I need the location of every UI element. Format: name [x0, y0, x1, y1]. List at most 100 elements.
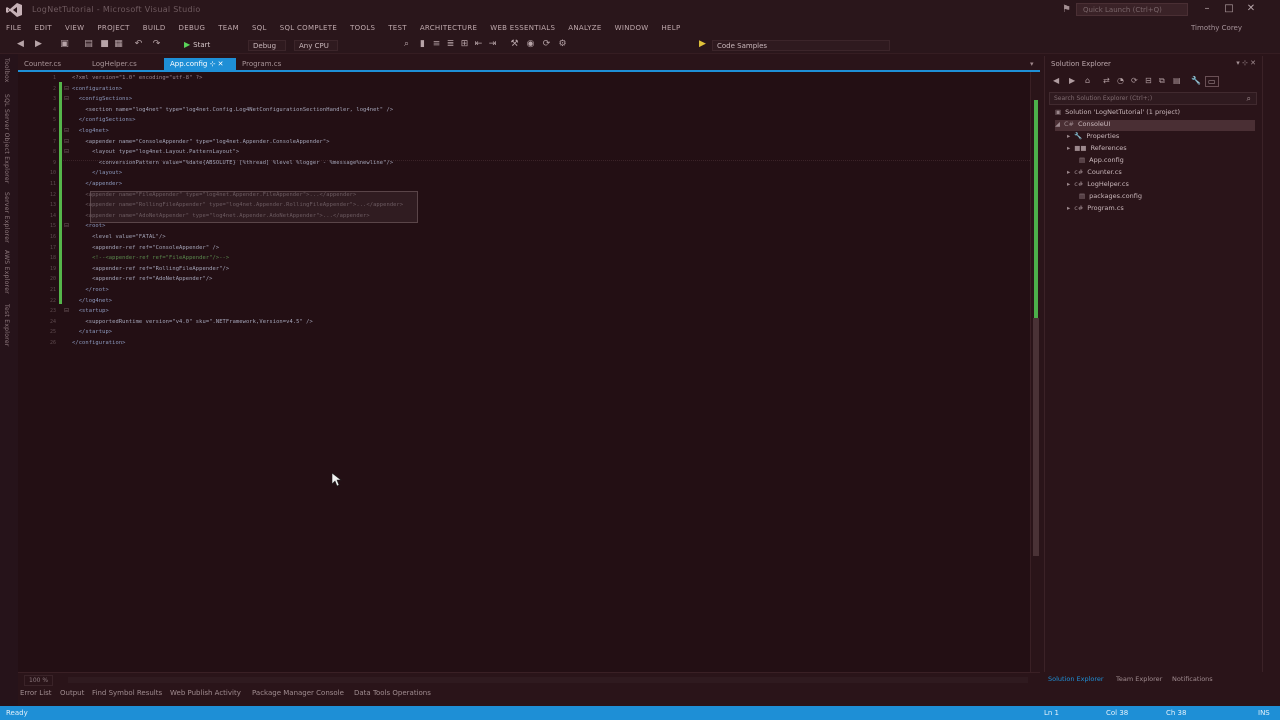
home-icon[interactable]: ⌂ — [1085, 76, 1090, 85]
tree-item-properties[interactable]: ▸ 🔧 Properties — [1067, 132, 1119, 143]
open-icon[interactable]: ▤ — [84, 40, 93, 49]
tab-team-explorer[interactable]: Team Explorer — [1116, 675, 1162, 683]
tab-output[interactable]: Output — [60, 689, 84, 697]
tree-item-solution[interactable]: ▣ Solution 'LogNetTutorial' (1 project) — [1055, 108, 1180, 119]
fold-toggle-icon[interactable]: ⊟ — [64, 138, 69, 145]
uncomment-icon[interactable]: ≣ — [446, 40, 455, 49]
tab-web-publish-activity[interactable]: Web Publish Activity — [170, 689, 241, 697]
save-icon[interactable]: ■ — [100, 40, 109, 49]
tab-package-manager-console[interactable]: Package Manager Console — [252, 689, 344, 697]
menu-item-window[interactable]: WINDOW — [615, 24, 649, 32]
forward-icon[interactable]: ▶ — [1069, 76, 1075, 85]
format-icon[interactable]: ⊞ — [460, 40, 469, 49]
tab-aws-explorer[interactable]: AWS Explorer — [3, 250, 10, 294]
code-samples-search[interactable]: Code Samples — [712, 40, 890, 51]
search-icon[interactable]: ⌕ — [1247, 94, 1251, 104]
configuration-select[interactable]: Debug — [248, 40, 286, 51]
code-line[interactable]: <appender name="ConsoleAppender" type="l… — [72, 139, 330, 145]
tab-program-cs[interactable]: Program.cs — [236, 58, 287, 70]
refresh-icon[interactable]: ⟳ — [542, 40, 551, 49]
menu-item-sql-complete[interactable]: SQL COMPLETE — [280, 24, 337, 32]
collapse-all-icon[interactable]: ⊟ — [1145, 76, 1152, 85]
start-button[interactable]: ▶ Start — [184, 40, 210, 49]
sync-icon[interactable]: ⇄ — [1103, 76, 1110, 85]
menu-item-file[interactable]: FILE — [6, 24, 22, 32]
collapse-arrow-icon[interactable]: ◢ — [1055, 120, 1060, 128]
menu-item-tools[interactable]: TOOLS — [350, 24, 375, 32]
code-line[interactable]: <configuration> — [72, 86, 122, 92]
bookmark-icon[interactable]: ▮ — [418, 40, 427, 49]
fold-toggle-icon[interactable]: ⊟ — [64, 307, 69, 314]
tab-test-explorer[interactable]: Test Explorer — [3, 304, 10, 347]
code-line[interactable]: <conversionPattern value="%date{ABSOLUTE… — [72, 160, 393, 166]
menu-item-debug[interactable]: DEBUG — [179, 24, 206, 32]
expand-arrow-icon[interactable]: ▸ — [1067, 204, 1070, 212]
tab-notifications[interactable]: Notifications — [1172, 675, 1213, 683]
code-line[interactable]: </startup> — [72, 329, 112, 335]
code-line[interactable]: <section name="log4net" type="log4net.Co… — [72, 107, 393, 113]
tab-app-config[interactable]: App.config ⊹ ✕ — [164, 58, 236, 70]
undo-icon[interactable]: ↶ — [134, 40, 143, 49]
tab-counter-cs[interactable]: Counter.cs — [18, 58, 67, 70]
tab-loghelper-cs[interactable]: LogHelper.cs — [86, 58, 143, 70]
settings-icon[interactable]: ⚙ — [558, 40, 567, 49]
user-name[interactable]: Timothy Corey — [1191, 24, 1242, 32]
pin-icon[interactable]: ⊹ — [210, 60, 216, 68]
forward-icon[interactable]: ▶ — [34, 40, 43, 49]
tree-item-consoleui[interactable]: ◢ C# ConsoleUI — [1055, 120, 1255, 131]
find-icon[interactable]: ⌕ — [402, 40, 411, 49]
menu-item-web-essentials[interactable]: WEB ESSENTIALS — [490, 24, 555, 32]
tree-item-program-cs[interactable]: ▸ c# Program.cs — [1067, 204, 1124, 215]
refresh-icon[interactable]: ⟳ — [1131, 76, 1138, 85]
outdent-icon[interactable]: ⇤ — [474, 40, 483, 49]
code-line[interactable]: <appender-ref ref="AdoNetAppender"/> — [72, 276, 213, 282]
platform-select[interactable]: Any CPU — [294, 40, 338, 51]
code-line[interactable]: <layout type="log4net.Layout.PatternLayo… — [72, 149, 239, 155]
tree-item-counter-cs[interactable]: ▸ c# Counter.cs — [1067, 168, 1122, 179]
menu-item-team[interactable]: TEAM — [218, 24, 239, 32]
tab-solution-explorer[interactable]: Solution Explorer — [1048, 675, 1104, 683]
code-line[interactable]: <configSections> — [72, 96, 132, 102]
preview-icon[interactable]: ▭ — [1205, 76, 1219, 87]
code-line[interactable]: <appender-ref ref="ConsoleAppender" /> — [72, 245, 219, 251]
solution-explorer-scrollbar[interactable] — [1262, 56, 1272, 672]
code-line[interactable]: <appender name="FileAppender" type="log4… — [72, 192, 356, 198]
code-line[interactable]: <appender name="RollingFileAppender" typ… — [72, 202, 403, 208]
fold-toggle-icon[interactable]: ⊟ — [64, 95, 69, 102]
back-icon[interactable]: ◀ — [16, 40, 25, 49]
code-line[interactable]: <supportedRuntime version="v4.0" sku=".N… — [72, 319, 313, 325]
code-line[interactable]: </layout> — [72, 170, 122, 176]
code-line[interactable]: </root> — [72, 287, 109, 293]
tool-icon[interactable]: ⚒ — [510, 40, 519, 49]
minimize-icon[interactable]: – — [1200, 2, 1214, 16]
tab-list-dropdown-icon[interactable]: ▾ — [1030, 60, 1034, 68]
expand-arrow-icon[interactable]: ▸ — [1067, 132, 1070, 140]
close-tab-icon[interactable]: ✕ — [218, 60, 224, 68]
code-line[interactable]: </configuration> — [72, 340, 126, 346]
menu-item-build[interactable]: BUILD — [143, 24, 166, 32]
indent-icon[interactable]: ⇥ — [488, 40, 497, 49]
menu-item-help[interactable]: HELP — [661, 24, 680, 32]
code-line[interactable]: <?xml version="1.0" encoding="utf-8" ?> — [72, 75, 202, 81]
tree-item-packages-config[interactable]: ▤ packages.config — [1079, 192, 1142, 203]
copy-icon[interactable]: ⧉ — [1159, 76, 1165, 86]
menu-item-project[interactable]: PROJECT — [97, 24, 129, 32]
pending-changes-icon[interactable]: ◔ — [1117, 76, 1124, 85]
properties-icon[interactable]: 🔧 — [1191, 76, 1201, 85]
expand-arrow-icon[interactable]: ▸ — [1067, 180, 1070, 188]
code-line[interactable]: </log4net> — [72, 298, 112, 304]
expand-arrow-icon[interactable]: ▸ — [1067, 144, 1070, 152]
close-icon[interactable]: ✕ — [1244, 2, 1258, 16]
fold-toggle-icon[interactable]: ⊟ — [64, 85, 69, 92]
menu-item-view[interactable]: VIEW — [65, 24, 84, 32]
code-line[interactable]: <log4net> — [72, 128, 109, 134]
tree-item-loghelper-cs[interactable]: ▸ c# LogHelper.cs — [1067, 180, 1129, 191]
tab-toolbox[interactable]: Toolbox — [3, 58, 10, 83]
menu-item-architecture[interactable]: ARCHITECTURE — [420, 24, 477, 32]
code-line[interactable]: </appender> — [72, 181, 122, 187]
scrollbar-thumb[interactable] — [1033, 318, 1039, 556]
tab-data-tools-operations[interactable]: Data Tools Operations — [354, 689, 431, 697]
show-all-files-icon[interactable]: ▤ — [1173, 76, 1181, 85]
zoom-select[interactable]: 100 % — [24, 675, 54, 686]
menu-item-sql[interactable]: SQL — [252, 24, 267, 32]
